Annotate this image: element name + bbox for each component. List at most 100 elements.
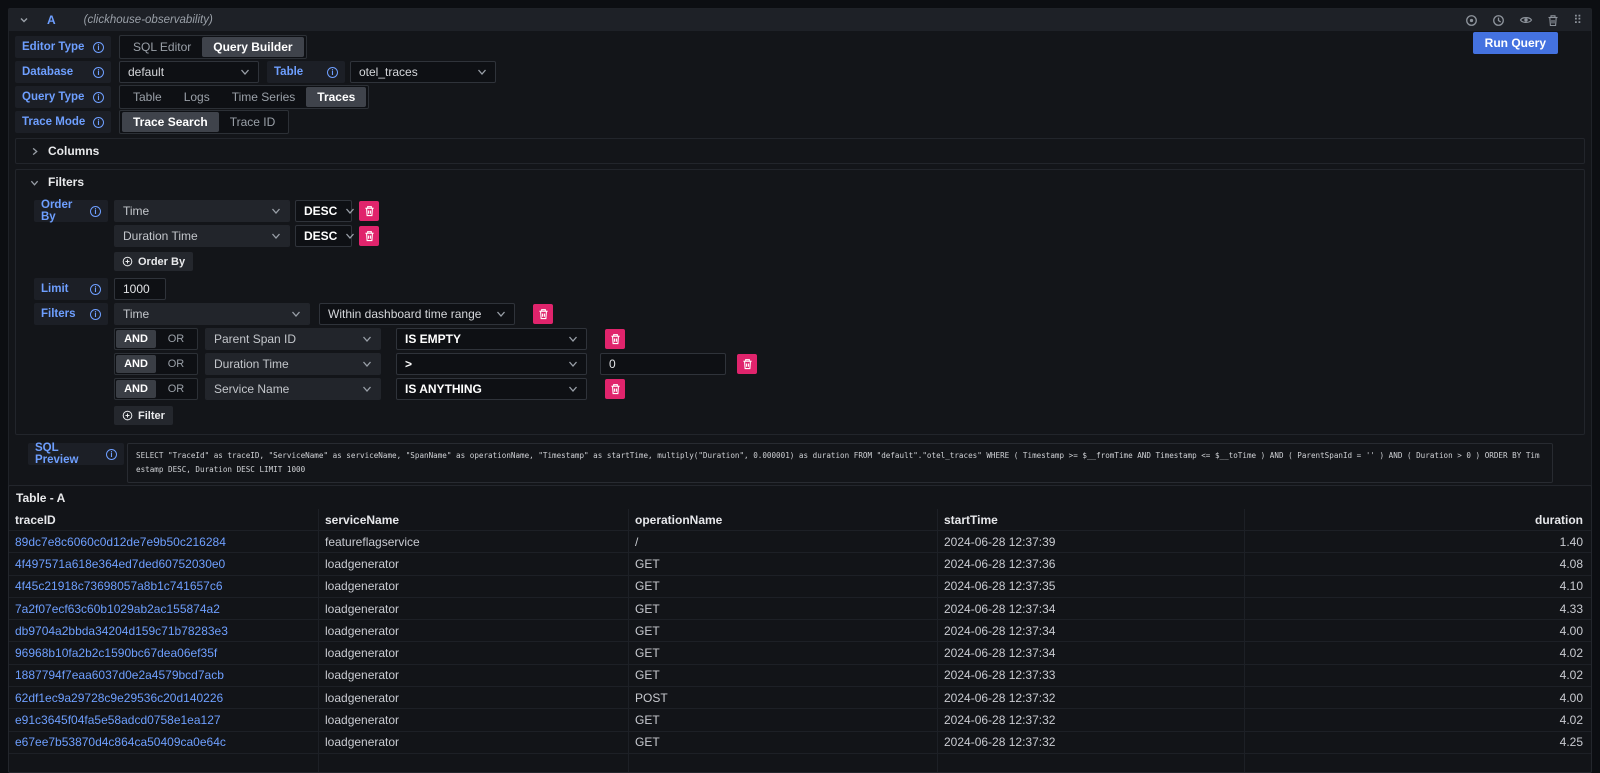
and-option[interactable]: AND: [116, 330, 156, 348]
info-icon[interactable]: i: [106, 449, 117, 460]
order-by-field-select[interactable]: Time: [114, 200, 290, 222]
tab-traces[interactable]: Traces: [306, 87, 366, 107]
remove-filter-button[interactable]: [737, 354, 757, 374]
collapse-query-icon[interactable]: [19, 15, 29, 25]
database-value: default: [128, 65, 164, 79]
tab-trace-id[interactable]: Trace ID: [219, 112, 287, 132]
tab-logs[interactable]: Logs: [173, 87, 221, 107]
info-icon[interactable]: i: [90, 309, 101, 320]
sql-preview-label: SQL Preview i: [28, 443, 124, 465]
info-icon[interactable]: i: [93, 117, 104, 128]
chevron-down-icon: [30, 178, 39, 187]
and-option[interactable]: AND: [116, 355, 156, 373]
tab-sql-editor[interactable]: SQL Editor: [122, 37, 202, 57]
table-row: e67ee7b53870d4c864ca50409ca0e64c loadgen…: [9, 732, 1591, 754]
filter-field-select[interactable]: Time: [114, 303, 310, 325]
tab-trace-search[interactable]: Trace Search: [122, 112, 219, 132]
table-select[interactable]: otel_traces: [350, 61, 496, 83]
filter-field-value: Time: [123, 307, 149, 321]
column-header-starttime[interactable]: startTime: [938, 509, 1245, 530]
remove-filter-button[interactable]: [605, 379, 625, 399]
filter-operator-select[interactable]: >: [396, 353, 587, 375]
info-icon[interactable]: i: [93, 42, 104, 53]
trace-id-link[interactable]: [9, 754, 319, 773]
table-row: 96968b10fa2b2c1590bc67dea06ef35f loadgen…: [9, 642, 1591, 664]
column-header-servicename[interactable]: serviceName: [319, 509, 629, 530]
tab-table[interactable]: Table: [122, 87, 173, 107]
filters-section-header[interactable]: Filters: [16, 170, 1584, 194]
info-icon[interactable]: i: [93, 92, 104, 103]
trace-id-link[interactable]: 62df1ec9a29728c9e29536c20d140226: [9, 687, 319, 708]
filter-field-select[interactable]: Parent Span ID: [205, 328, 381, 350]
trace-id-link[interactable]: e67ee7b53870d4c864ca50409ca0e64c: [9, 732, 319, 753]
or-option[interactable]: OR: [156, 355, 196, 373]
table-row: db9704a2bbda34204d159c71b78283e3 loadgen…: [9, 620, 1591, 642]
operation-name-cell: POST: [629, 687, 938, 708]
add-order-by-wrap: Order By: [114, 252, 1584, 271]
tab-query-builder[interactable]: Query Builder: [202, 37, 303, 57]
trace-mode-label: Trace Mode i: [15, 111, 111, 133]
info-icon[interactable]: i: [90, 206, 101, 217]
operation-name-cell: GET: [629, 642, 938, 663]
filters-section: Filters Order By i Time DESC: [15, 169, 1585, 435]
run-query-button[interactable]: Run Query: [1473, 32, 1558, 54]
remove-order-by-button[interactable]: [359, 201, 379, 221]
duration-cell: 4.33: [1245, 598, 1591, 619]
filter-operator-select[interactable]: IS EMPTY: [396, 328, 587, 350]
remove-order-by-button[interactable]: [359, 226, 379, 246]
add-order-by-label: Order By: [138, 256, 185, 268]
column-header-operationname[interactable]: operationName: [629, 509, 938, 530]
database-label: Database i: [15, 61, 111, 83]
sql-preview-label-text: SQL Preview: [35, 442, 100, 466]
or-option[interactable]: OR: [156, 380, 196, 398]
order-by-direction-select[interactable]: DESC: [295, 200, 352, 222]
filters-time-row: Filters i Time Within dashboard time ran…: [34, 303, 1584, 325]
trace-id-link[interactable]: e91c3645f04fa5e58adcd0758e1ea127: [9, 709, 319, 730]
trace-id-link[interactable]: 4f45c21918c73698057a8b1c741657c6: [9, 576, 319, 597]
trace-id-link[interactable]: 89dc7e8c6060c0d12de7e9b50c216284: [9, 531, 319, 552]
table-panel: Table - A traceID serviceName operationN…: [8, 485, 1592, 773]
info-icon[interactable]: i: [90, 284, 101, 295]
filter-operator-select[interactable]: IS ANYTHING: [396, 378, 587, 400]
trace-id-link[interactable]: db9704a2bbda34204d159c71b78283e3: [9, 620, 319, 641]
database-select[interactable]: default: [119, 61, 259, 83]
start-time-cell: 2024-06-28 12:37:39: [938, 531, 1245, 552]
trace-id-link[interactable]: 1887794f7eaa6037d0e2a4579bcd7acb: [9, 665, 319, 686]
filter-value-input[interactable]: 0: [600, 353, 726, 375]
column-header-traceid[interactable]: traceID: [9, 509, 319, 530]
trace-id-link[interactable]: 4f497571a618e364ed7ded60752030e0: [9, 553, 319, 574]
trace-id-link[interactable]: 96968b10fa2b2c1590bc67dea06ef35f: [9, 642, 319, 663]
record-circle-icon[interactable]: [1465, 14, 1478, 27]
trash-icon[interactable]: [1547, 14, 1559, 27]
eye-icon[interactable]: [1519, 14, 1533, 26]
limit-input[interactable]: 1000: [114, 278, 166, 300]
query-row-header[interactable]: A (clickhouse-observability) ⠿: [9, 9, 1591, 31]
database-label-text: Database: [22, 66, 73, 78]
remove-filter-button[interactable]: [605, 329, 625, 349]
filter-field-select[interactable]: Duration Time: [205, 353, 381, 375]
operation-name-cell: GET: [629, 665, 938, 686]
columns-section-header[interactable]: Columns: [16, 139, 1584, 163]
info-icon[interactable]: i: [93, 67, 104, 78]
trace-id-link[interactable]: 7a2f07ecf63c60b1029ab2ac155874a2: [9, 598, 319, 619]
start-time-cell: 2024-06-28 12:37:34: [938, 620, 1245, 641]
filters-section-title: Filters: [48, 175, 84, 189]
and-option[interactable]: AND: [116, 380, 156, 398]
order-by-direction-select[interactable]: DESC: [295, 225, 352, 247]
filter-operator-select[interactable]: Within dashboard time range: [319, 303, 515, 325]
tab-time-series[interactable]: Time Series: [221, 87, 307, 107]
info-icon[interactable]: i: [327, 67, 338, 78]
start-time-cell: 2024-06-28 12:37:35: [938, 576, 1245, 597]
add-order-by-button[interactable]: Order By: [114, 252, 193, 271]
order-by-field-select[interactable]: Duration Time: [114, 225, 290, 247]
column-header-duration[interactable]: duration: [1245, 509, 1591, 530]
table-row: 1887794f7eaa6037d0e2a4579bcd7acb loadgen…: [9, 665, 1591, 687]
or-option[interactable]: OR: [156, 330, 196, 348]
page: A (clickhouse-observability) ⠿ Run Que: [0, 0, 1600, 773]
sql-preview-code: SELECT "TraceId" as traceID, "ServiceNam…: [127, 443, 1553, 483]
history-clock-icon[interactable]: [1492, 14, 1505, 27]
add-filter-button[interactable]: Filter: [114, 406, 173, 425]
remove-filter-button[interactable]: [533, 304, 553, 324]
drag-handle-icon[interactable]: ⠿: [1573, 14, 1581, 26]
filter-field-select[interactable]: Service Name: [205, 378, 381, 400]
